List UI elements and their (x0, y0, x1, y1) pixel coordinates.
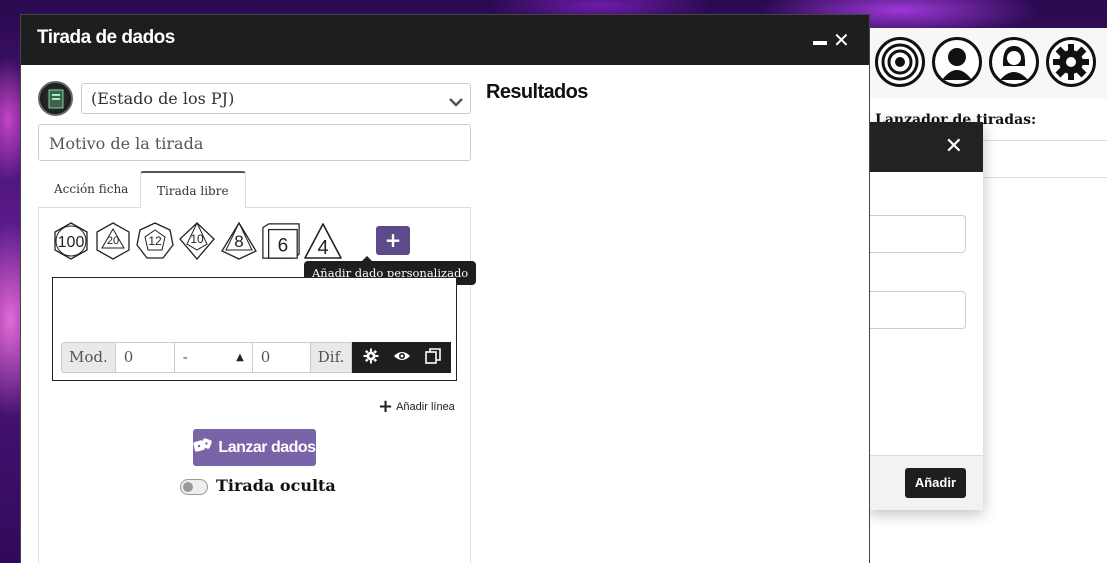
difficulty-input[interactable]: 0 (252, 342, 311, 373)
roll-reason-input[interactable]: Motivo de la tirada (38, 124, 471, 161)
background-modal-header: ✕ (869, 122, 983, 172)
d6-die[interactable]: 6 (261, 220, 301, 262)
d10-die[interactable]: 10 (177, 220, 217, 262)
die-label: 12 (148, 234, 162, 248)
hidden-roll-toggle[interactable] (180, 479, 208, 495)
roll-line-tools (352, 342, 452, 373)
chevron-down-icon (448, 93, 464, 112)
eye-icon[interactable] (393, 348, 411, 367)
minimize-icon[interactable] (813, 41, 827, 45)
die-label: 8 (234, 232, 243, 251)
character-select[interactable]: (Estado de los PJ) (81, 83, 471, 114)
background-modal-input[interactable] (869, 215, 966, 253)
d12-die[interactable]: 12 (135, 220, 175, 262)
dice-icon (193, 438, 213, 457)
background-toolbar-icons (875, 37, 1096, 87)
results-title: Resultados (486, 81, 588, 103)
roll-tabs: Acción ficha Tirada libre (38, 171, 471, 209)
background-modal: ✕ Añadir (869, 122, 983, 510)
user-female-icon[interactable] (989, 37, 1039, 87)
add-line-label: Añadir línea (396, 401, 455, 413)
background-modal-footer: Añadir (869, 455, 983, 510)
die-label: 10 (190, 232, 204, 246)
d4-die[interactable]: 4 (303, 220, 343, 262)
character-avatar[interactable] (38, 81, 73, 116)
roll-dice-button[interactable]: Lanzar dados (193, 429, 316, 466)
close-icon[interactable]: ✕ (833, 28, 850, 52)
d20-die[interactable]: 20 (93, 220, 133, 262)
mod-label: Mod. (61, 342, 116, 373)
add-line-button[interactable]: + Añadir línea (378, 396, 455, 417)
roll-line: Mod. 0 - ▲ 0 Dif. (52, 277, 457, 381)
d100-die[interactable]: 100 (51, 220, 91, 262)
dif-label: Dif. (310, 342, 353, 373)
operator-select[interactable]: - ▲ (174, 342, 253, 373)
die-label: 4 (317, 237, 328, 259)
operator-select-value: - (182, 348, 188, 366)
add-button[interactable]: Añadir (904, 468, 966, 498)
dialog-title: Tirada de dados (37, 27, 175, 48)
die-label: 100 (58, 234, 85, 251)
gear-icon[interactable] (363, 348, 379, 368)
d8-die[interactable]: 8 (219, 220, 259, 262)
user-male-icon[interactable] (932, 37, 982, 87)
background-modal-input[interactable] (869, 291, 966, 329)
die-label: 6 (278, 235, 289, 256)
close-icon[interactable]: ✕ (945, 134, 963, 159)
die-label: 20 (107, 235, 119, 247)
tab-accion-ficha[interactable]: Acción ficha (38, 171, 144, 208)
add-custom-die-button[interactable]: + (376, 226, 410, 255)
dice-roll-dialog: Tirada de dados ✕ (Estado de los PJ) Mot… (20, 14, 870, 563)
settings-gear-icon[interactable] (1046, 37, 1096, 87)
dice-picker: 100 20 12 10 8 6 4 (51, 220, 343, 262)
target-icon[interactable] (875, 37, 925, 87)
hidden-roll-label: Tirada oculta (216, 476, 336, 495)
plus-icon: + (378, 396, 394, 417)
character-select-value: (Estado de los PJ) (91, 89, 235, 108)
roll-dice-label: Lanzar dados (218, 438, 316, 456)
modifier-row: Mod. 0 - ▲ 0 Dif. (61, 342, 452, 373)
copy-icon[interactable] (424, 347, 441, 368)
tab-tirada-libre[interactable]: Tirada libre (140, 171, 246, 209)
updown-arrow-icon: ▲ (236, 352, 244, 363)
dialog-header: Tirada de dados ✕ (21, 15, 869, 65)
modifier-input[interactable]: 0 (115, 342, 175, 373)
